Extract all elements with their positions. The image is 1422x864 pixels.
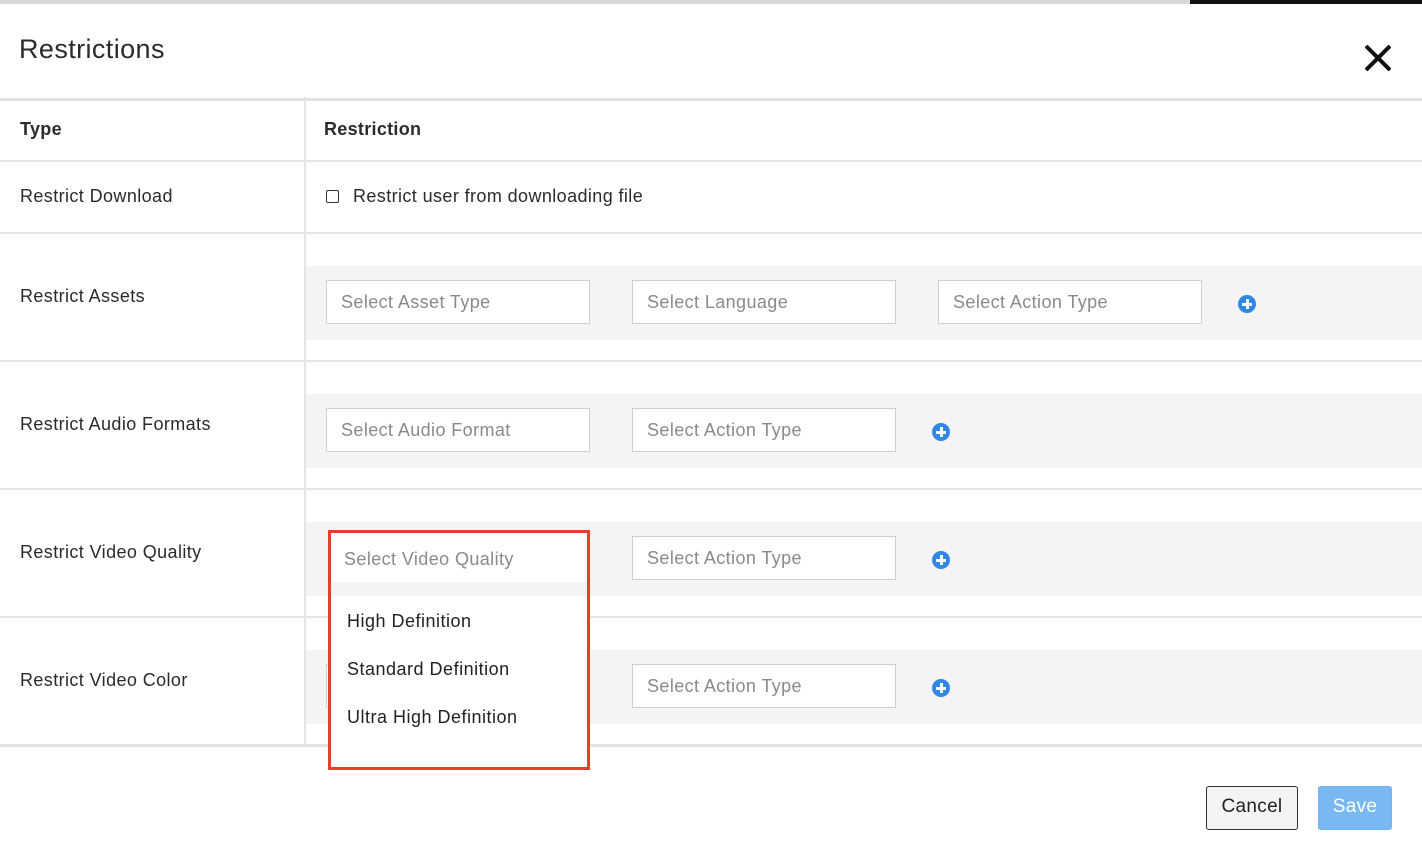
dropdown-option-high-definition[interactable]: High Definition: [347, 611, 472, 632]
column-header-restriction: Restriction: [324, 119, 422, 139]
footer-divider: [0, 744, 1422, 747]
row-label-restrict-video-quality: Restrict Video Quality: [20, 542, 202, 562]
add-video-color-restriction-plus-icon[interactable]: [932, 679, 950, 697]
add-audio-restriction-plus-icon[interactable]: [932, 423, 950, 441]
video-quality-dropdown: Select Video Quality High Definition Sta…: [328, 530, 590, 770]
select-asset-type[interactable]: Select Asset Type: [326, 280, 590, 324]
cancel-button[interactable]: Cancel: [1206, 786, 1298, 830]
row-label-restrict-video-color: Restrict Video Color: [20, 670, 188, 690]
row-divider: [0, 360, 1422, 362]
column-header-type: Type: [20, 119, 62, 139]
dropdown-option-ultra-high-definition[interactable]: Ultra High Definition: [347, 707, 518, 728]
row-label-restrict-download: Restrict Download: [20, 186, 173, 206]
row-divider: [0, 616, 1422, 618]
dropdown-option-standard-definition[interactable]: Standard Definition: [347, 659, 510, 680]
row-divider: [0, 232, 1422, 234]
row-label-restrict-assets: Restrict Assets: [20, 286, 146, 306]
dropdown-separator: [331, 582, 587, 596]
header-divider: [0, 98, 1422, 101]
row-label-restrict-audio-formats: Restrict Audio Formats: [20, 414, 211, 434]
close-icon[interactable]: [1362, 42, 1394, 74]
dialog-title: Restrictions: [19, 34, 165, 64]
select-action-type-assets[interactable]: Select Action Type: [938, 280, 1202, 324]
select-language[interactable]: Select Language: [632, 280, 896, 324]
select-audio-format[interactable]: Select Audio Format: [326, 408, 590, 452]
row-divider: [0, 488, 1422, 490]
add-asset-restriction-plus-icon[interactable]: [1238, 295, 1256, 313]
restrict-download-checkbox[interactable]: [326, 190, 339, 203]
restrict-download-checkbox-label[interactable]: Restrict user from downloading file: [353, 186, 643, 207]
row-divider: [0, 160, 1422, 162]
select-action-type-video-quality[interactable]: Select Action Type: [632, 536, 896, 580]
select-action-type-video-color[interactable]: Select Action Type: [632, 664, 896, 708]
add-video-quality-restriction-plus-icon[interactable]: [932, 551, 950, 569]
save-button[interactable]: Save: [1318, 786, 1392, 830]
select-action-type-audio[interactable]: Select Action Type: [632, 408, 896, 452]
select-video-quality[interactable]: Select Video Quality: [334, 536, 584, 582]
